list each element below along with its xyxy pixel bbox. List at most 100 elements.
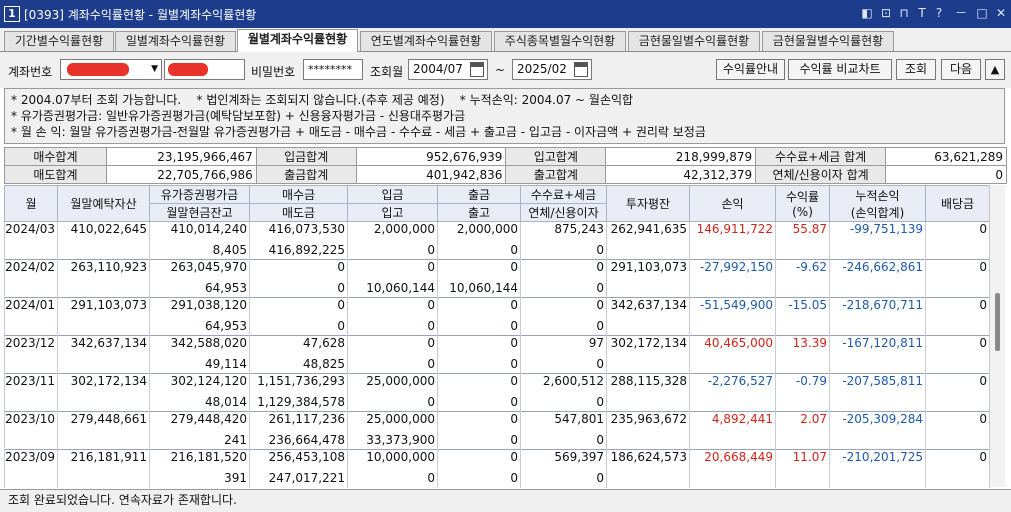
tab-period-yield[interactable]: 기간별수익률현황 — [4, 31, 114, 51]
cell-interest: 0 — [520, 278, 607, 298]
cell-dividend: 0 — [925, 259, 990, 298]
query-button[interactable]: 조회 — [896, 59, 936, 80]
yield-compare-chart-button[interactable]: 수익률 비교차트 — [788, 59, 892, 80]
col-month-end-deposit[interactable]: 월말예탁자산 — [57, 185, 150, 222]
summary-label: 입금합계 — [255, 147, 357, 166]
cell-stock-out: 0 — [437, 392, 521, 412]
minimize-icon[interactable]: － — [952, 4, 970, 22]
tab-daily-account-yield[interactable]: 일별계좌수익률현황 — [115, 31, 236, 51]
col-securities-eval[interactable]: 유가증권평가금 — [149, 185, 250, 204]
cell-profit-loss: 146,911,722 — [689, 221, 776, 260]
tab-monthly-account-yield[interactable]: 월별계좌수익률현황 — [237, 29, 358, 52]
summary-label: 연체/신용이자 합계 — [755, 165, 887, 184]
cell-profit-loss: -2,276,527 — [689, 373, 776, 412]
cell-securities-eval: 302,124,120 — [149, 373, 250, 393]
cell-profit-loss: 20,668,449 — [689, 449, 776, 488]
close-icon[interactable]: ✕ — [992, 4, 1010, 22]
date-to-input[interactable]: 2025/02 — [512, 59, 592, 80]
cell-profit-loss: 4,892,441 — [689, 411, 776, 450]
password-input[interactable]: ******** — [303, 59, 363, 80]
window-title: [0393] 계좌수익률현황 - 월별계좌수익률현황 — [24, 8, 257, 22]
cell-cumulative: -210,201,725 — [829, 449, 926, 488]
col-interest[interactable]: 연체/신용이자 — [520, 203, 607, 222]
cell-stock-in: 0 — [347, 316, 438, 336]
query-month-label: 조회월 — [370, 65, 404, 79]
cell-stock-in: 10,060,144 — [347, 278, 438, 298]
summary-row: 매수합계 23,195,966,467 입금합계 952,676,939 입고합… — [4, 147, 1007, 166]
summary-label: 입고합계 — [505, 147, 607, 166]
tab-gold-daily-yield[interactable]: 금현물일별수익률현황 — [628, 31, 760, 51]
summary-value: 22,705,766,986 — [105, 165, 257, 184]
cell-yield: 55.87 — [775, 221, 830, 260]
calendar-icon[interactable] — [470, 62, 484, 77]
tab-stock-monthly-profit[interactable]: 주식종목별월수익현황 — [494, 31, 626, 51]
tab-gold-monthly-yield[interactable]: 금현물월별수익률현황 — [762, 31, 894, 51]
cell-deposit-in: 10,000,000 — [347, 449, 438, 469]
scrollbar-thumb[interactable] — [995, 293, 1000, 351]
cell-buy: 0 — [249, 297, 348, 317]
restore-layout-icon[interactable]: ⊡ — [877, 4, 895, 22]
col-stock-in[interactable]: 입고 — [347, 203, 438, 222]
cell-profit-loss: -27,992,150 — [689, 259, 776, 298]
cell-month: 2023/11 — [4, 373, 58, 412]
col-yield[interactable]: 수익률 (%) — [775, 185, 830, 222]
cell-securities-eval: 291,038,120 — [149, 297, 250, 317]
password-label: 비밀번호 — [251, 65, 296, 79]
col-fee-tax[interactable]: 수수료+세금 — [520, 185, 607, 204]
col-withdraw[interactable]: 출금 — [437, 185, 521, 204]
col-stock-out[interactable]: 출고 — [437, 203, 521, 222]
summary-value: 401,942,836 — [355, 165, 507, 184]
pin-icon[interactable]: ⊓ — [895, 4, 913, 22]
dock-icon[interactable]: ◧ — [858, 4, 876, 22]
yield-guide-button[interactable]: 수익률안내 — [716, 59, 785, 80]
col-buy-amount[interactable]: 매수금 — [249, 185, 348, 204]
cell-month: 2023/10 — [4, 411, 58, 450]
tab-yearly-account-yield[interactable]: 연도별계좌수익률현황 — [360, 31, 492, 51]
col-deposit-in[interactable]: 입금 — [347, 185, 438, 204]
help-icon[interactable]: ? — [930, 4, 948, 22]
cell-deposit: 410,022,645 — [57, 221, 150, 260]
maximize-icon[interactable]: □ — [973, 4, 991, 22]
vertical-scrollbar[interactable] — [989, 185, 1005, 487]
cell-deposit-in: 25,000,000 — [347, 373, 438, 393]
cell-sell: 48,825 — [249, 354, 348, 374]
text-size-icon[interactable]: T — [913, 4, 931, 22]
table-row[interactable]: 2023/09 216,181,911 216,181,520 256,453,108… — [4, 449, 990, 488]
col-cumulative-title: 누적손익 — [855, 188, 900, 203]
col-avg-investment[interactable]: 투자평잔 — [606, 185, 690, 222]
cell-interest: 0 — [520, 240, 607, 260]
cell-profit-loss: -51,549,900 — [689, 297, 776, 336]
cell-deposit-in: 2,000,000 — [347, 221, 438, 241]
chevron-down-icon[interactable]: ▼ — [151, 60, 158, 79]
cell-interest: 0 — [520, 392, 607, 412]
table-row[interactable]: 2024/02 263,110,923 263,045,970 0 0 0 0 291,103… — [4, 259, 990, 298]
cell-stock-in: 0 — [347, 240, 438, 260]
cell-withdraw: 0 — [437, 297, 521, 317]
table-row[interactable]: 2023/10 279,448,661 279,448,420 261,117,236… — [4, 411, 990, 450]
cell-yield: 11.07 — [775, 449, 830, 488]
col-month[interactable]: 월 — [4, 185, 58, 222]
date-from-input[interactable]: 2004/07 — [408, 59, 488, 80]
calendar-icon[interactable] — [574, 62, 588, 77]
account-label: 계좌번호 — [8, 65, 53, 79]
col-dividend[interactable]: 배당금 — [925, 185, 990, 222]
grid-header-row: 월 월말예탁자산 유가증권평가금 매수금 입금 출금 수수료+세금 투자평잔 손… — [4, 185, 990, 222]
next-button[interactable]: 다음 — [941, 59, 981, 80]
table-row[interactable]: 2023/11 302,172,134 302,124,120 1,151,736,2… — [4, 373, 990, 412]
collapse-up-button[interactable]: ▲ — [985, 59, 1005, 80]
cell-stock-in: 0 — [347, 392, 438, 412]
account-number-select[interactable]: ▼ — [60, 59, 162, 80]
cell-deposit-in: 0 — [347, 297, 438, 317]
table-row[interactable]: 2024/01 291,103,073 291,038,120 0 0 0 0 342,637… — [4, 297, 990, 336]
table-row[interactable]: 2024/03 410,022,645 410,014,240 416,073,530… — [4, 221, 990, 260]
col-sell-amount[interactable]: 매도금 — [249, 203, 348, 222]
cell-stock-out: 0 — [437, 240, 521, 260]
col-cumulative[interactable]: 누적손익 (손익합계) — [829, 185, 926, 222]
cell-cumulative: -99,751,139 — [829, 221, 926, 260]
col-profit-loss[interactable]: 손익 — [689, 185, 776, 222]
table-row[interactable]: 2023/12 342,637,134 342,588,020 47,628 0 0 97 3… — [4, 335, 990, 374]
cell-stock-out: 0 — [437, 430, 521, 450]
col-cash-balance[interactable]: 월말현금잔고 — [149, 203, 250, 222]
cell-buy: 0 — [249, 259, 348, 279]
cell-deposit: 291,103,073 — [57, 297, 150, 336]
